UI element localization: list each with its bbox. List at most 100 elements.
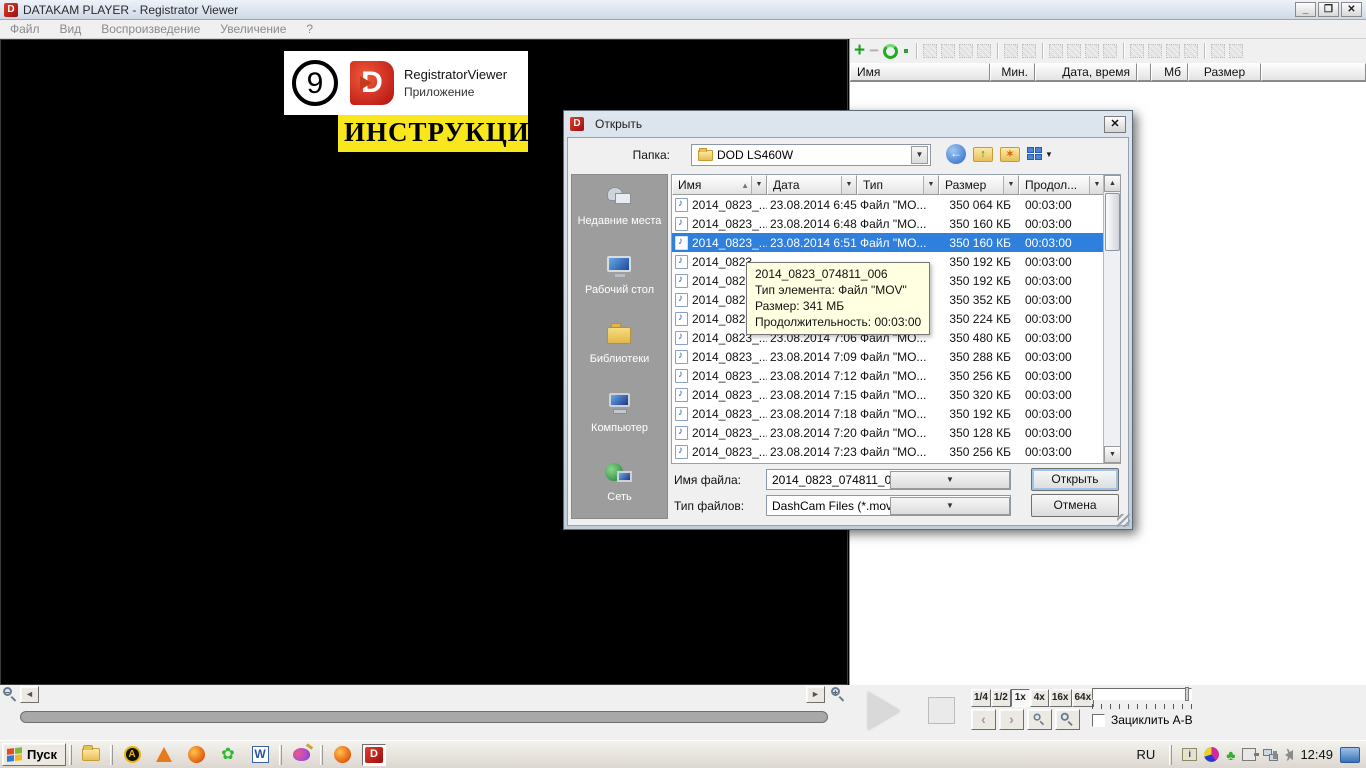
- add-file-icon[interactable]: +: [854, 43, 865, 59]
- open-button[interactable]: Открыть: [1031, 468, 1119, 491]
- scroll-right-button[interactable]: ►: [806, 686, 825, 703]
- scrollbar-thumb[interactable]: [1105, 193, 1120, 251]
- size-filter-arrow-icon[interactable]: ▼: [1003, 176, 1018, 194]
- cancel-button[interactable]: Отмена: [1031, 494, 1119, 517]
- dialog-close-button[interactable]: ✕: [1104, 116, 1126, 133]
- filetype-combobox[interactable]: DashCam Files (*.mov, *.mp4) ▼: [766, 495, 1011, 516]
- file-row[interactable]: 2014_0823_...23.08.2014 7:18Файл "МО...3…: [672, 404, 1103, 423]
- up-folder-icon[interactable]: ↑: [973, 147, 993, 162]
- tray-clover-icon[interactable]: ♣: [1226, 748, 1235, 762]
- start-button[interactable]: Пуск: [2, 743, 66, 766]
- speed-4x-button[interactable]: 4x: [1030, 689, 1049, 707]
- paint-icon[interactable]: [289, 744, 313, 766]
- zoom-in-icon[interactable]: +: [831, 687, 846, 702]
- ab-slider-thumb[interactable]: [1185, 687, 1189, 701]
- place-libraries[interactable]: Библиотеки: [572, 313, 667, 382]
- file-column-name[interactable]: Имя▲ ▼: [672, 175, 767, 195]
- tray-volume-icon[interactable]: [1285, 750, 1293, 760]
- show-desktop-icon[interactable]: [1340, 747, 1360, 763]
- menu-playback[interactable]: Воспроизведение: [91, 20, 210, 38]
- speed-1x-button[interactable]: 1x: [1011, 689, 1030, 707]
- menu-zoom[interactable]: Увеличение: [210, 20, 296, 38]
- file-column-duration[interactable]: Продол...▼: [1019, 175, 1105, 195]
- place-network[interactable]: Сеть: [572, 451, 667, 520]
- loop-ab-checkbox[interactable]: [1092, 714, 1105, 727]
- tray-info-icon[interactable]: i: [1182, 748, 1197, 761]
- ab-slider[interactable]: [1092, 688, 1192, 700]
- clock[interactable]: 12:49: [1300, 747, 1333, 762]
- speed-16x-button[interactable]: 16x: [1049, 689, 1072, 707]
- column-header-datetime[interactable]: Дата, время: [1035, 63, 1137, 81]
- column-header-mb[interactable]: Мб: [1151, 63, 1188, 81]
- views-icon[interactable]: ▼: [1027, 147, 1053, 161]
- datakam-taskbar-button[interactable]: D: [362, 744, 386, 766]
- explorer-icon[interactable]: [79, 744, 103, 766]
- close-button[interactable]: ✕: [1341, 2, 1362, 17]
- menu-view[interactable]: Вид: [50, 20, 92, 38]
- menu-help[interactable]: ?: [296, 20, 323, 38]
- filetype-combo-arrow-icon[interactable]: ▼: [890, 497, 1010, 515]
- place-recent[interactable]: Недавние места: [572, 175, 667, 244]
- file-row[interactable]: 2014_0823_...23.08.2014 6:48Файл "МО...3…: [672, 214, 1103, 233]
- minimize-button[interactable]: _: [1295, 2, 1316, 17]
- play-button[interactable]: [868, 692, 900, 730]
- refresh-icon[interactable]: [883, 44, 898, 59]
- scrollbar-up-icon[interactable]: ▲: [1104, 175, 1121, 192]
- file-column-size[interactable]: Размер▼: [939, 175, 1019, 195]
- restore-button[interactable]: ❐: [1318, 2, 1339, 17]
- column-header-name[interactable]: Имя: [850, 63, 990, 81]
- tooltip-title: 2014_0823_074811_006: [755, 266, 921, 282]
- type-filter-arrow-icon[interactable]: ▼: [923, 176, 938, 194]
- toolbar-disabled-icon: [1229, 44, 1243, 58]
- file-row[interactable]: 2014_0823_...23.08.2014 6:51Файл "МО...3…: [672, 233, 1103, 252]
- firefox-icon-2[interactable]: [330, 744, 354, 766]
- file-row[interactable]: 2014_0823_...23.08.2014 7:12Файл "МО...3…: [672, 366, 1103, 385]
- new-folder-icon[interactable]: ✶: [1000, 147, 1020, 162]
- place-computer[interactable]: Компьютер: [572, 382, 667, 451]
- icq-icon[interactable]: ✿: [216, 744, 240, 766]
- file-column-type[interactable]: Тип▼: [857, 175, 939, 195]
- app-circle-icon[interactable]: A: [120, 744, 144, 766]
- file-column-date[interactable]: Дата▼: [767, 175, 857, 195]
- back-icon[interactable]: ←: [946, 144, 966, 164]
- duration-filter-arrow-icon[interactable]: ▼: [1089, 176, 1104, 194]
- file-row[interactable]: 2014_0823_...23.08.2014 6:45Файл "МО...3…: [672, 195, 1103, 214]
- resize-grip[interactable]: [1117, 514, 1130, 527]
- folder-combobox[interactable]: DOD LS460W ▼: [691, 144, 931, 166]
- place-desktop[interactable]: Рабочий стол: [572, 244, 667, 313]
- vlc-icon[interactable]: [152, 744, 176, 766]
- file-row[interactable]: 2014_0823_...23.08.2014 7:23Файл "МО...3…: [672, 442, 1103, 461]
- file-row[interactable]: 2014_0823_...23.08.2014 7:15Файл "МО...3…: [672, 385, 1103, 404]
- scroll-left-button[interactable]: ◄: [20, 686, 39, 703]
- date-filter-arrow-icon[interactable]: ▼: [841, 176, 856, 194]
- filename-combo-arrow-icon[interactable]: ▼: [890, 471, 1010, 489]
- filename-combobox[interactable]: 2014_0823_074811_006 ▼: [766, 469, 1011, 490]
- firefox-icon[interactable]: [184, 744, 208, 766]
- speed-quarter-button[interactable]: 1/4: [971, 689, 991, 707]
- tray-plug-icon[interactable]: [1242, 748, 1256, 761]
- scrollbar-down-icon[interactable]: ▼: [1104, 446, 1121, 463]
- file-cell-type: Файл "МО...: [857, 217, 939, 231]
- word-icon[interactable]: W: [248, 744, 272, 766]
- menu-file[interactable]: Файл: [0, 20, 50, 38]
- name-filter-arrow-icon[interactable]: ▼: [751, 176, 766, 194]
- language-indicator[interactable]: RU: [1132, 747, 1159, 762]
- file-row[interactable]: 2014_0823_...23.08.2014 7:20Файл "МО...3…: [672, 423, 1103, 442]
- column-header-size[interactable]: Размер: [1188, 63, 1261, 81]
- previous-frame-button[interactable]: ‹: [971, 709, 996, 730]
- timeline-zoom-out-button[interactable]: [1027, 709, 1052, 730]
- speed-64x-button[interactable]: 64x: [1072, 689, 1095, 707]
- folder-combo-arrow-icon[interactable]: ▼: [911, 146, 928, 164]
- file-cell-date: 23.08.2014 7:23: [767, 445, 857, 459]
- tray-pie-icon[interactable]: [1204, 747, 1219, 762]
- mov-file-icon: [675, 217, 688, 231]
- file-row[interactable]: 2014_0823_...23.08.2014 7:09Файл "МО...3…: [672, 347, 1103, 366]
- seek-bar[interactable]: [20, 711, 828, 723]
- zoom-out-icon[interactable]: −: [3, 687, 18, 702]
- timeline-zoom-in-button[interactable]: [1055, 709, 1080, 730]
- file-list-scrollbar[interactable]: ▲ ▼: [1103, 175, 1120, 463]
- next-frame-button[interactable]: ›: [999, 709, 1024, 730]
- stop-button[interactable]: [928, 697, 955, 724]
- speed-half-button[interactable]: 1/2: [991, 689, 1011, 707]
- column-header-min[interactable]: Мин.: [990, 63, 1035, 81]
